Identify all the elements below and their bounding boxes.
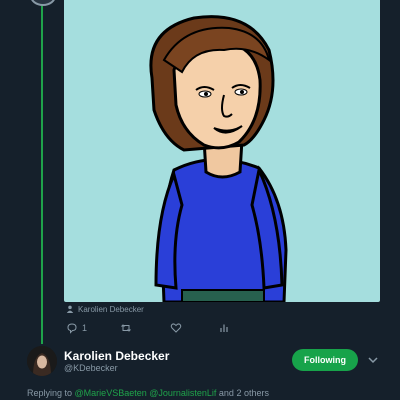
like-button[interactable] <box>170 322 218 334</box>
replying-to-line: Replying to @MarieVSBaeten @Journalisten… <box>27 388 269 398</box>
reply-button[interactable]: 1 <box>66 322 120 334</box>
retweet-icon <box>121 324 131 332</box>
mention-link-1[interactable]: @MarieVSBaeten <box>75 388 147 398</box>
tweet-image[interactable] <box>64 0 380 302</box>
analytics-icon <box>220 324 228 332</box>
avatar-photo <box>27 346 57 376</box>
media-credit-name: Karolien Debecker <box>78 304 144 314</box>
chevron-down-icon[interactable] <box>368 356 378 364</box>
reply-icon <box>67 323 77 334</box>
author-handle[interactable]: @KDebecker <box>64 363 118 373</box>
replying-to-label: Replying to <box>27 388 73 398</box>
mention-link-2[interactable]: @JournalistenLif <box>149 388 216 398</box>
tweet-actions: 1 <box>66 320 230 336</box>
author-name[interactable]: Karolien Debecker <box>64 349 169 363</box>
author-avatar[interactable] <box>27 346 57 376</box>
caricature-illustration <box>149 15 288 302</box>
media-credit: Karolien Debecker <box>66 303 144 315</box>
thread-line <box>41 0 43 344</box>
analytics-button[interactable] <box>218 322 230 334</box>
following-button[interactable]: Following <box>292 349 358 371</box>
previous-avatar[interactable] <box>30 0 56 6</box>
heart-icon <box>170 323 182 333</box>
author-row: Karolien Debecker @KDebecker Following <box>0 344 400 384</box>
retweet-button[interactable] <box>120 322 170 334</box>
replying-to-others[interactable]: and 2 others <box>219 388 269 398</box>
reply-count: 1 <box>82 323 88 333</box>
person-icon <box>66 305 74 313</box>
